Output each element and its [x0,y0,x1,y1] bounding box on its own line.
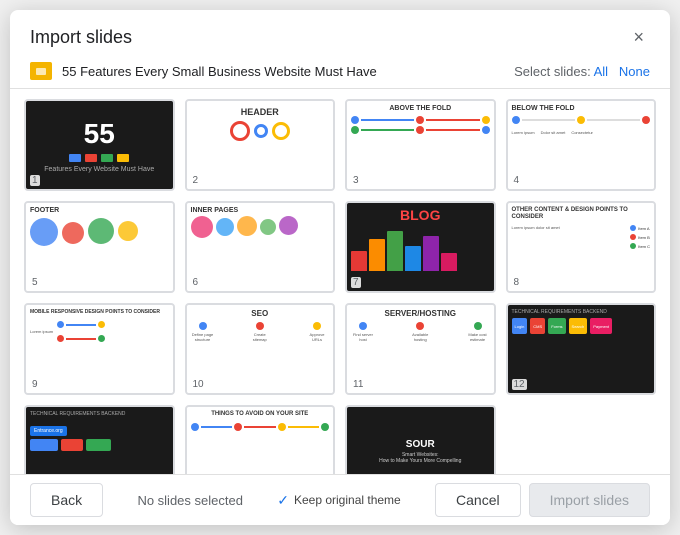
slide-number-7: 7 [351,277,361,288]
import-slides-dialog: Import slides × 55 Features Every Small … [10,10,670,525]
check-icon: ✓ [277,492,289,509]
slide-thumb-6[interactable]: INNER PAGES 6 [185,201,336,293]
slide-preview-12: TECHNICAL REQUIREMENTS BACKEND Login CMS… [508,305,655,393]
select-none-link[interactable]: None [619,64,650,79]
slide-thumb-9[interactable]: MOBILE RESPONSIVE DESIGN POINTS TO CONSI… [24,303,175,395]
slide-thumb-3[interactable]: ABOVE THE FOLD [345,99,496,191]
slide-number-5: 5 [30,277,40,288]
source-info: 55 Features Every Small Business Website… [30,62,377,80]
slide-thumb-7[interactable]: BLOG 7 [345,201,496,293]
slide-number-4: 4 [512,175,522,186]
footer-actions: Cancel Import slides [435,483,650,517]
slide-number-2: 2 [191,175,201,186]
slide-number-12: 12 [512,379,527,390]
slide-icon [30,62,52,80]
cancel-button[interactable]: Cancel [435,483,521,517]
slide-thumb-1[interactable]: 55 Features Every Website Must Have 1 [24,99,175,191]
slide-preview-14: THINGS TO AVOID ON YOUR SITE [187,407,334,474]
slide-thumb-14[interactable]: THINGS TO AVOID ON YOUR SITE 1 [185,405,336,474]
source-name: 55 Features Every Small Business Website… [62,64,377,79]
slide-number-10: 10 [191,379,206,390]
slide-preview-7: BLOG [347,203,494,291]
select-links: Select slides: All None [514,64,650,79]
slide-number-6: 6 [191,277,201,288]
source-bar: 55 Features Every Small Business Website… [10,58,670,89]
slide-number-11: 11 [351,379,365,390]
footer-center: No slides selected [137,493,243,508]
slide-thumb-2[interactable]: HEADER 2 [185,99,336,191]
slides-file-icon [34,66,48,77]
slide-thumb-11[interactable]: SERVER/HOSTING Find server host Availabl… [345,303,496,395]
slides-grid-area[interactable]: 55 Features Every Website Must Have 1 HE… [10,89,670,474]
dialog-header: Import slides × [10,10,670,58]
back-button[interactable]: Back [30,483,103,517]
slide-thumb-10[interactable]: SEO Define page structure Create sitemap [185,303,336,395]
slide-thumb-12[interactable]: TECHNICAL REQUIREMENTS BACKEND Login CMS… [506,303,657,395]
slide-preview-8: OTHER CONTENT & DESIGN POINTS TO CONSIDE… [508,203,655,291]
slide-thumb-15[interactable]: SOUR Smart Websites:How to Make Yours Mo… [345,405,496,474]
dialog-title: Import slides [30,27,132,48]
slide-preview-9: MOBILE RESPONSIVE DESIGN POINTS TO CONSI… [26,305,173,393]
slide-preview-13: TECHNICAL REQUIREMENTS BACKEND Entrance.… [26,407,173,474]
slide-thumb-13[interactable]: TECHNICAL REQUIREMENTS BACKEND Entrance.… [24,405,175,474]
slide-thumb-4[interactable]: BELOW THE FOLD Lorem ipsum Dolor sit ame… [506,99,657,191]
slide-number-8: 8 [512,277,522,288]
slide-thumb-8[interactable]: OTHER CONTENT & DESIGN POINTS TO CONSIDE… [506,201,657,293]
select-label: Select slides: [514,64,591,79]
select-all-link[interactable]: All [594,64,608,79]
close-button[interactable]: × [627,26,650,48]
slide-preview-10: SEO Define page structure Create sitemap [187,305,334,393]
slide-preview-3: ABOVE THE FOLD [347,101,494,189]
slides-grid: 55 Features Every Website Must Have 1 HE… [24,99,656,474]
dialog-footer: Back No slides selected ✓ Keep original … [10,474,670,525]
keep-theme-label: Keep original theme [294,493,401,507]
footer-right: ✓ Keep original theme [277,492,400,509]
slide-preview-15: SOUR Smart Websites:How to Make Yours Mo… [347,407,494,474]
slide-number-3: 3 [351,175,361,186]
selection-status: No slides selected [137,493,243,508]
slide-number-9: 9 [30,379,40,390]
slide-preview-11: SERVER/HOSTING Find server host Availabl… [347,305,494,393]
slide-preview-2: HEADER [187,101,334,189]
slide-preview-6: INNER PAGES [187,203,334,291]
import-button[interactable]: Import slides [529,483,650,517]
slide-preview-4: BELOW THE FOLD Lorem ipsum Dolor sit ame… [508,101,655,189]
slide-preview-5: FOOTER [26,203,173,291]
slide-thumb-5[interactable]: FOOTER 5 [24,201,175,293]
slide-number-1: 1 [30,175,40,186]
slide-preview-1: 55 Features Every Website Must Have [26,101,173,189]
keep-theme-option: ✓ Keep original theme [277,492,400,509]
